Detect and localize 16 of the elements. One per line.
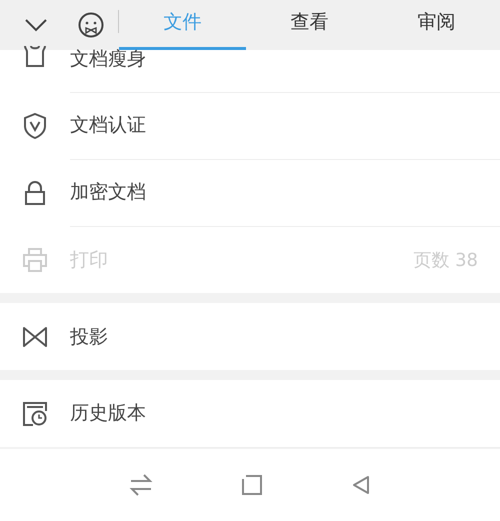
tab[interactable]: 审阅 — [373, 0, 500, 50]
swap-arrows-icon — [129, 474, 153, 496]
menu-item-label[interactable]: 历史版本 — [70, 400, 146, 426]
menu-item-label[interactable]: 文档认证 — [70, 112, 146, 138]
history-icon — [23, 402, 47, 426]
tab[interactable]: 查看 — [246, 0, 373, 50]
printer-icon — [22, 248, 48, 272]
lock-icon — [24, 180, 46, 206]
projector-icon — [22, 326, 48, 348]
back-triangle-icon — [351, 475, 371, 495]
chevron-down-icon — [24, 18, 48, 32]
shield-icon — [23, 112, 47, 138]
shirt-icon — [22, 46, 48, 68]
menu-item-label[interactable]: 加密文档 — [70, 179, 146, 205]
menu-item-label[interactable]: 投影 — [70, 324, 108, 350]
face-icon — [78, 12, 104, 38]
